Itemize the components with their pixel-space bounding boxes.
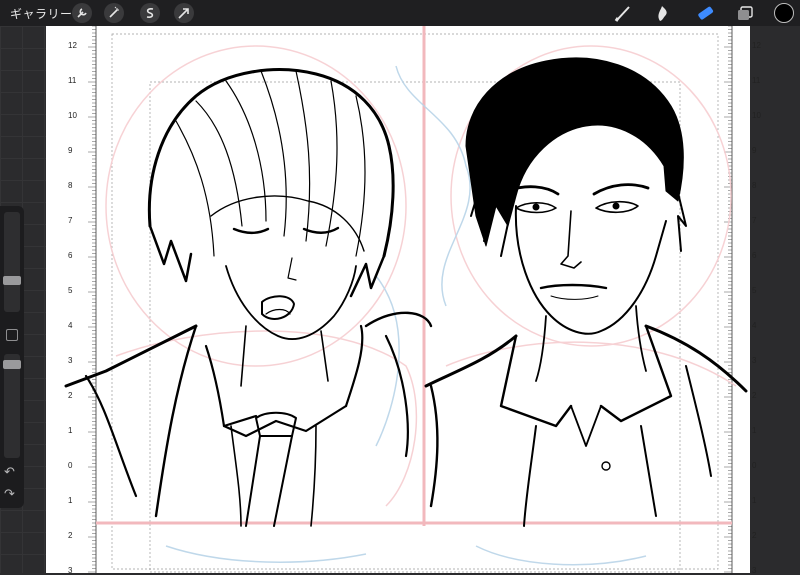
redo-icon[interactable]: ↷ [4, 486, 15, 502]
undo-icon[interactable]: ↶ [4, 464, 15, 480]
smudge-icon[interactable] [652, 3, 674, 23]
brush-size-slider[interactable] [3, 212, 21, 312]
ruler-label: 12 [68, 41, 77, 50]
artwork [64, 26, 748, 573]
ruler-label: 8 [752, 181, 757, 190]
opacity-slider[interactable] [3, 354, 21, 458]
left-workspace-panel: ↶ ↷ [0, 26, 46, 573]
ruler-label: 6 [752, 251, 757, 260]
color-picker-button[interactable] [774, 3, 794, 23]
ruler-label: 1 [68, 496, 73, 505]
ruler-label: 0 [68, 461, 73, 470]
ruler-label: 5 [752, 286, 757, 295]
drawing-canvas[interactable]: 12 11 10 9 8 7 6 5 4 3 2 1 0 1 2 3 12 11 10 9 8 7 6 5 4 3 2 1 0 1 2 3 [46, 26, 761, 575]
brush-size-thumb[interactable] [3, 276, 21, 285]
brush-icon[interactable] [612, 3, 634, 23]
ruler-label: 2 [752, 391, 757, 400]
ruler-label: 1 [752, 426, 757, 435]
ruler-label: 0 [752, 461, 757, 470]
sidebar: ↶ ↷ [0, 206, 24, 508]
wrench-icon[interactable] [72, 3, 92, 23]
ruler-label: 3 [68, 356, 73, 365]
ruler-label: 2 [68, 391, 73, 400]
ruler-label: 12 [752, 41, 761, 50]
ruler-label: 10 [68, 111, 77, 120]
ruler-label: 4 [752, 321, 757, 330]
magic-wand-icon[interactable] [104, 3, 124, 23]
ruler-label: 7 [68, 216, 73, 225]
ruler-label: 2 [752, 531, 757, 540]
ruler-label: 2 [68, 531, 73, 540]
layers-icon[interactable] [735, 3, 757, 23]
right-workspace-panel [750, 26, 800, 573]
ruler-label: 11 [752, 76, 761, 85]
gallery-button[interactable]: ギャラリー [10, 5, 73, 22]
ruler-label: 5 [68, 286, 73, 295]
ruler-label: 1 [68, 426, 73, 435]
ruler-label: 3 [68, 566, 73, 575]
opacity-thumb[interactable] [3, 360, 21, 369]
top-toolbar: ギャラリー [0, 0, 800, 26]
ruler-label: 9 [752, 146, 757, 155]
ruler-label: 4 [68, 321, 73, 330]
ruler-label: 9 [68, 146, 73, 155]
ruler-label: 1 [752, 496, 757, 505]
modifier-button[interactable] [6, 329, 18, 341]
ruler-label: 3 [752, 566, 757, 575]
eraser-icon[interactable] [694, 3, 716, 23]
ruler-label: 3 [752, 356, 757, 365]
ruler-label: 7 [752, 216, 757, 225]
ruler-label: 11 [68, 76, 77, 85]
transform-arrow-icon[interactable] [174, 3, 194, 23]
selection-icon[interactable] [140, 3, 160, 23]
ruler-label: 8 [68, 181, 73, 190]
ruler-label: 6 [68, 251, 73, 260]
ruler-label: 10 [752, 111, 761, 120]
